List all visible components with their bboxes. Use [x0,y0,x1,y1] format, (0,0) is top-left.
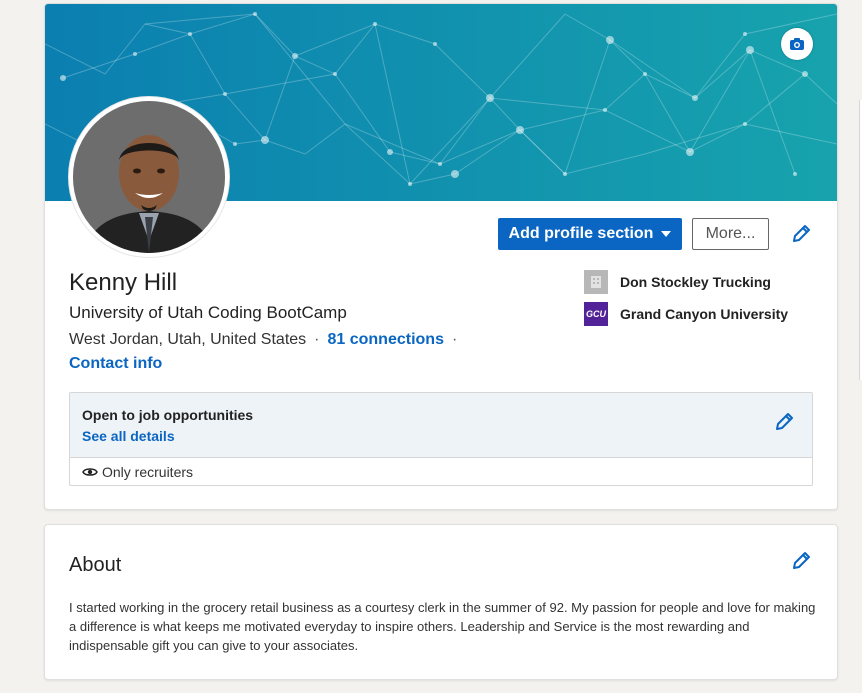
gcu-logo: GCU [584,302,608,326]
open-to-work-title: Open to job opportunities [82,407,254,423]
building-icon [584,270,608,294]
caret-down-icon [661,231,672,237]
edit-intro-button[interactable] [790,223,812,250]
see-all-details-link[interactable]: See all details [82,428,175,444]
contact-info-link[interactable]: Contact info [69,355,162,373]
school-name: Grand Canyon University [620,306,789,322]
profile-location: West Jordan, Utah, United States [69,331,307,348]
connections-link[interactable]: 81 connections [327,331,443,348]
about-title: About [69,554,122,576]
about-text: I started working in the grocery retail … [69,600,816,653]
profile-headline: University of Utah Coding BootCamp [69,303,347,322]
visibility-row: Only recruiters [82,464,193,480]
separator-dot: · [451,331,458,348]
company-name: Don Stockley Trucking [620,274,771,290]
separator-dot: · [314,331,320,348]
profile-name: Kenny Hill [69,269,178,296]
more-label: More... [705,225,756,242]
about-card: About I started working in the grocery r… [44,524,838,680]
visibility-label: Only recruiters [102,464,194,480]
edit-background-button[interactable] [781,28,813,60]
pencil-icon [793,225,810,242]
pencil-icon [793,552,810,569]
edit-about-button[interactable] [790,550,812,577]
open-to-work-header [70,393,812,458]
camera-icon [790,38,804,50]
location-line: West Jordan, Utah, United States · 81 conn… [69,331,465,349]
open-to-work-box: Open to job opportunities See all detail… [69,392,813,486]
edit-open-to-work-button[interactable] [773,411,795,438]
more-button[interactable]: More... [692,218,769,250]
add-profile-section-button[interactable]: Add profile section [498,218,682,250]
eye-icon [82,468,98,476]
education-grand-canyon-university[interactable]: GCU Grand Canyon University [584,302,788,326]
experience-company-don-stockley[interactable]: Don Stockley Trucking [584,270,771,294]
add-profile-section-label: Add profile section [508,225,654,242]
profile-card: Add profile section More... Kenny Hill U… [44,3,838,510]
pencil-icon [776,413,793,430]
profile-photo[interactable] [69,97,229,257]
